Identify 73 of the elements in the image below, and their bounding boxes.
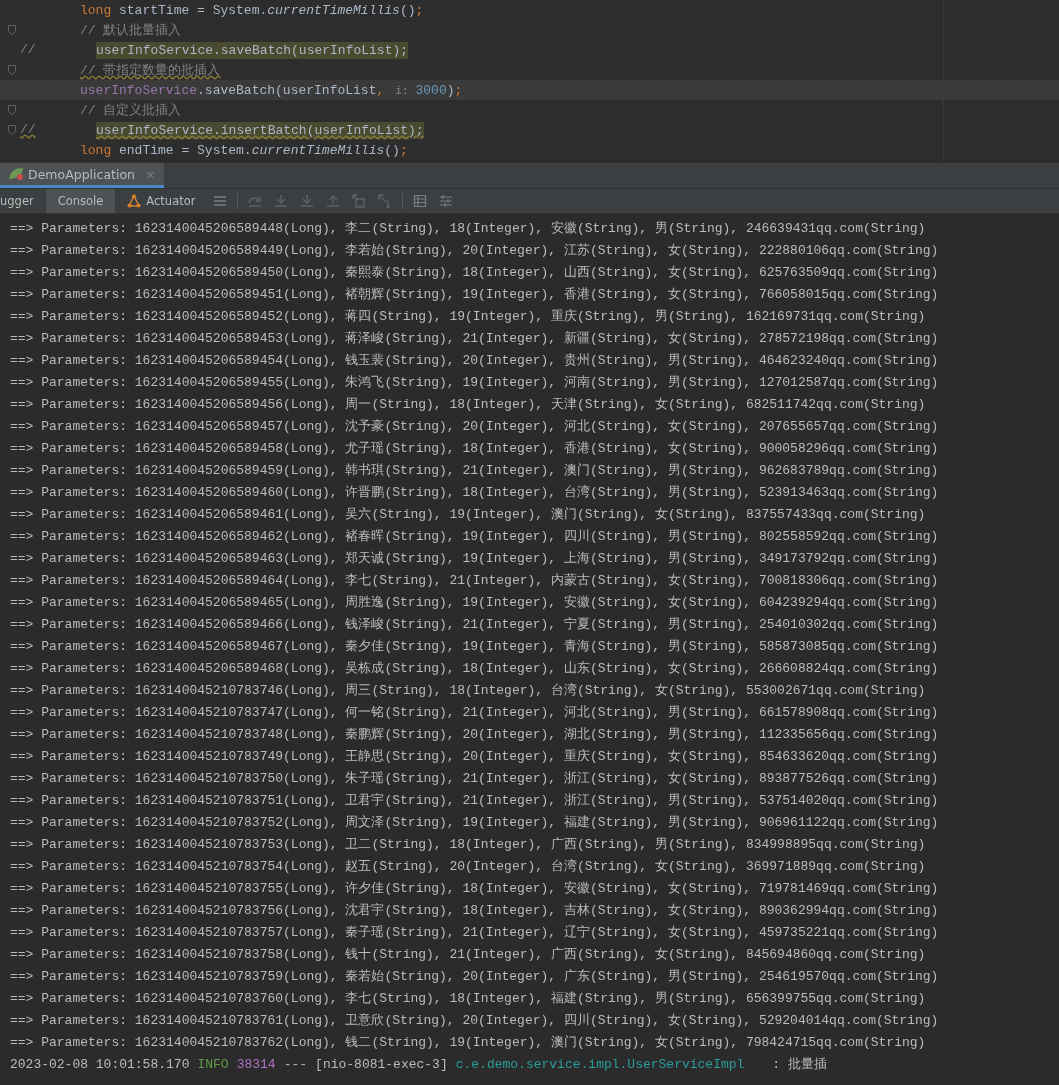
log-line: ==> Parameters: 1623140045210783760(Long), 李七(String), 18(Integer), 福建(String), 男(String), 656399755qq.com(String) [10, 990, 927, 1008]
fold-marker-icon[interactable] [8, 105, 16, 115]
log-line: ==> Parameters: 1623140045210783761(Long), 卫意欣(String), 20(Integer), 四川(String), 女(String), 529204014qq.com(String) [10, 1012, 940, 1030]
log-field: INFO [197, 1054, 229, 1076]
arrow-down-icon[interactable] [300, 194, 315, 208]
log-line: ==> Parameters: 1623140045210783756(Long), 沈君宇(String), 18(Integer), 吉林(String), 女(String), 890362994qq.com(String) [10, 902, 940, 920]
code-line: long endTime = System.currentTimeMillis(); [80, 141, 408, 159]
fold-marker-icon[interactable] [8, 25, 16, 35]
drop-frame-icon[interactable] [352, 194, 367, 208]
log-line: ==> Parameters: 1623140045206589465(Long), 周胜逸(String), 19(Integer), 安徽(String), 女(String), 604239294qq.com(String) [10, 594, 940, 612]
log-line: ==> Parameters: 1623140045206589453(Long), 蒋泽峻(String), 21(Integer), 新疆(String), 女(String), 278572198qq.com(String) [10, 330, 940, 348]
comment-prefix: // [20, 122, 36, 137]
menu-icon[interactable] [213, 195, 228, 207]
cursor-arrow-icon[interactable] [378, 194, 393, 208]
log-line: ==> Parameters: 1623140045206589463(Long), 郑天诚(String), 19(Integer), 上海(String), 男(String), 349173792qq.com(String) [10, 550, 940, 568]
fold-marker-icon[interactable] [8, 65, 16, 75]
code-line: // 自定义批插入 [80, 102, 182, 119]
log-line: ==> Parameters: 1623140045210783758(Long), 钱十(String), 21(Integer), 广西(String), 女(String), 845694860qq.com(String) [10, 946, 927, 964]
code-line: // 带指定数量的批插入 [80, 62, 221, 79]
log-line: ==> Parameters: 1623140045206589452(Long), 蒋四(String), 19(Integer), 重庆(String), 男(String), 162169731qq.com(String) [10, 308, 927, 326]
arrow-up-icon[interactable] [326, 194, 341, 208]
fold-marker-icon[interactable] [8, 125, 16, 135]
comment-prefix: // [20, 42, 36, 57]
table-icon[interactable] [413, 194, 428, 208]
log-line: ==> Parameters: 1623140045206589456(Long), 周一(String), 18(Integer), 天津(String), 女(String), 682511742qq.com(String) [10, 396, 927, 414]
log-line: ==> Parameters: 1623140045210783747(Long), 何一铭(String), 21(Integer), 河北(String), 男(String), 661578908qq.com(String) [10, 704, 940, 722]
arrow-down-icon[interactable] [274, 194, 289, 208]
nodes-icon [127, 194, 142, 208]
log-line: ==> Parameters: 1623140045210783752(Long), 周文泽(String), 19(Integer), 福建(String), 男(String), 906961122qq.com(String) [10, 814, 940, 832]
log-line: ==> Parameters: 1623140045210783762(Long), 钱二(String), 19(Integer), 澳门(String), 女(String), 798424715qq.com(String) [10, 1034, 927, 1052]
log-line: ==> Parameters: 1623140045210783759(Long), 秦若始(String), 20(Integer), 广东(String), 男(String), 254619570qq.com(String) [10, 968, 940, 986]
code-line: userInfoService.saveBatch(userInfoList, i: 3000); [80, 81, 463, 99]
log-field: c.e.demo.service.impl.UserServiceImpl [455, 1054, 745, 1076]
log-line: ==> Parameters: 1623140045206589454(Long), 钱玉裴(String), 20(Integer), 贵州(String), 男(String), 464623240qq.com(String) [10, 352, 940, 370]
log-line: ==> Parameters: 1623140045206589467(Long), 秦夕佳(String), 19(Integer), 青海(String), 男(String), 585873085qq.com(String) [10, 638, 940, 656]
log-field: --- [283, 1054, 308, 1076]
log-line: ==> Parameters: 1623140045210783755(Long), 许夕佳(String), 18(Integer), 安徽(String), 女(String), 719781469qq.com(String) [10, 880, 940, 898]
log-line: ==> Parameters: 1623140045210783748(Long), 秦鹏辉(String), 20(Integer), 湖北(String), 男(String), 112335656qq.com(String) [10, 726, 940, 744]
log-line: ==> Parameters: 1623140045206589448(Long), 李二(String), 18(Integer), 安徽(String), 男(String), 246639431qq.com(String) [10, 220, 927, 238]
log-field: [nio-8081-exec-3] [315, 1054, 448, 1076]
log-line: ==> Parameters: 1623140045206589451(Long), 褚朝辉(String), 19(Integer), 香港(String), 女(String), 766058015qq.com(String) [10, 286, 940, 304]
log-line: ==> Parameters: 1623140045210783754(Long), 赵五(String), 20(Integer), 台湾(String), 女(String), 369971889qq.com(String) [10, 858, 927, 876]
step-over-icon[interactable] [248, 194, 263, 208]
log-line: ==> Parameters: 1623140045206589460(Long), 许晋鹏(String), 18(Integer), 台湾(String), 男(String), 523913463qq.com(String) [10, 484, 940, 502]
log-line: ==> Parameters: 1623140045206589464(Long), 李七(String), 21(Integer), 内蒙古(String), 女(String), 700818306qq.com(String) [10, 572, 940, 590]
log-line: ==> Parameters: 1623140045206589455(Long), 朱鸿飞(String), 19(Integer), 河南(String), 男(String), 127012587qq.com(String) [10, 374, 940, 392]
log-line: ==> Parameters: 1623140045210783746(Long), 周三(String), 18(Integer), 台湾(String), 女(String), 553002671qq.com(String) [10, 682, 927, 700]
tool-tab[interactable]: Actuator [115, 189, 208, 213]
code-line: // 默认批量插入 [80, 22, 182, 39]
log-line: ==> Parameters: 1623140045210783750(Long), 朱子瑶(String), 21(Integer), 浙江(String), 女(String), 893877526qq.com(String) [10, 770, 940, 788]
log-line: ==> Parameters: 1623140045210783757(Long), 秦子瑶(String), 21(Integer), 辽宁(String), 女(String), 459735221qq.com(String) [10, 924, 940, 942]
log-line: ==> Parameters: 1623140045210783753(Long), 卫二(String), 18(Integer), 广西(String), 男(String), 834998895qq.com(String) [10, 836, 927, 854]
log-field: 2023-02-08 10:01:58.170 [10, 1054, 190, 1076]
run-tab[interactable]: DemoApplication × [0, 163, 164, 188]
log-line: ==> Parameters: 1623140045206589468(Long), 吴栋成(String), 18(Integer), 山东(String), 女(String), 266608824qq.com(String) [10, 660, 940, 678]
log-line: ==> Parameters: 1623140045206589450(Long), 秦熙泰(String), 18(Integer), 山西(String), 女(String), 625763509qq.com(String) [10, 264, 940, 282]
log-field: 38314 [236, 1054, 276, 1076]
log-line: ==> Parameters: 1623140045206589449(Long), 李若始(String), 20(Integer), 江苏(String), 女(String), 222880106qq.com(String) [10, 242, 940, 260]
log-line: ==> Parameters: 1623140045206589459(Long), 韩书琪(String), 21(Integer), 澳门(String), 男(String), 962683789qq.com(String) [10, 462, 940, 480]
code-editor[interactable] [0, 0, 1059, 162]
log-field: : 批量插 [772, 1054, 827, 1076]
tool-tab[interactable]: ugger [0, 189, 46, 213]
log-line: ==> Parameters: 1623140045206589458(Long), 尤子瑶(String), 18(Integer), 香港(String), 女(String), 900058296qq.com(String) [10, 440, 940, 458]
log-line: ==> Parameters: 1623140045210783749(Long), 王静思(String), 20(Integer), 重庆(String), 女(String), 854633620qq.com(String) [10, 748, 940, 766]
log-line: ==> Parameters: 1623140045206589457(Long), 沈予豪(String), 20(Integer), 河北(String), 女(String), 207655657qq.com(String) [10, 418, 940, 436]
log-line: ==> Parameters: 1623140045210783751(Long), 卫君宇(String), 21(Integer), 浙江(String), 男(String), 537514020qq.com(String) [10, 792, 940, 810]
tool-tab[interactable]: Console [45, 189, 116, 213]
log-line: ==> Parameters: 1623140045206589461(Long), 吴六(String), 19(Integer), 澳门(String), 女(String), 837557433qq.com(String) [10, 506, 927, 524]
code-line: long startTime = System.currentTimeMillis(); [80, 1, 424, 19]
leaf-icon [8, 167, 24, 181]
log-line: ==> Parameters: 1623140045206589462(Long), 褚春晖(String), 19(Integer), 四川(String), 男(String), 802558592qq.com(String) [10, 528, 940, 546]
log-line: ==> Parameters: 1623140045206589466(Long), 钱泽峻(String), 21(Integer), 宁夏(String), 男(String), 254010302qq.com(String) [10, 616, 940, 634]
sliders-icon[interactable] [439, 194, 454, 208]
